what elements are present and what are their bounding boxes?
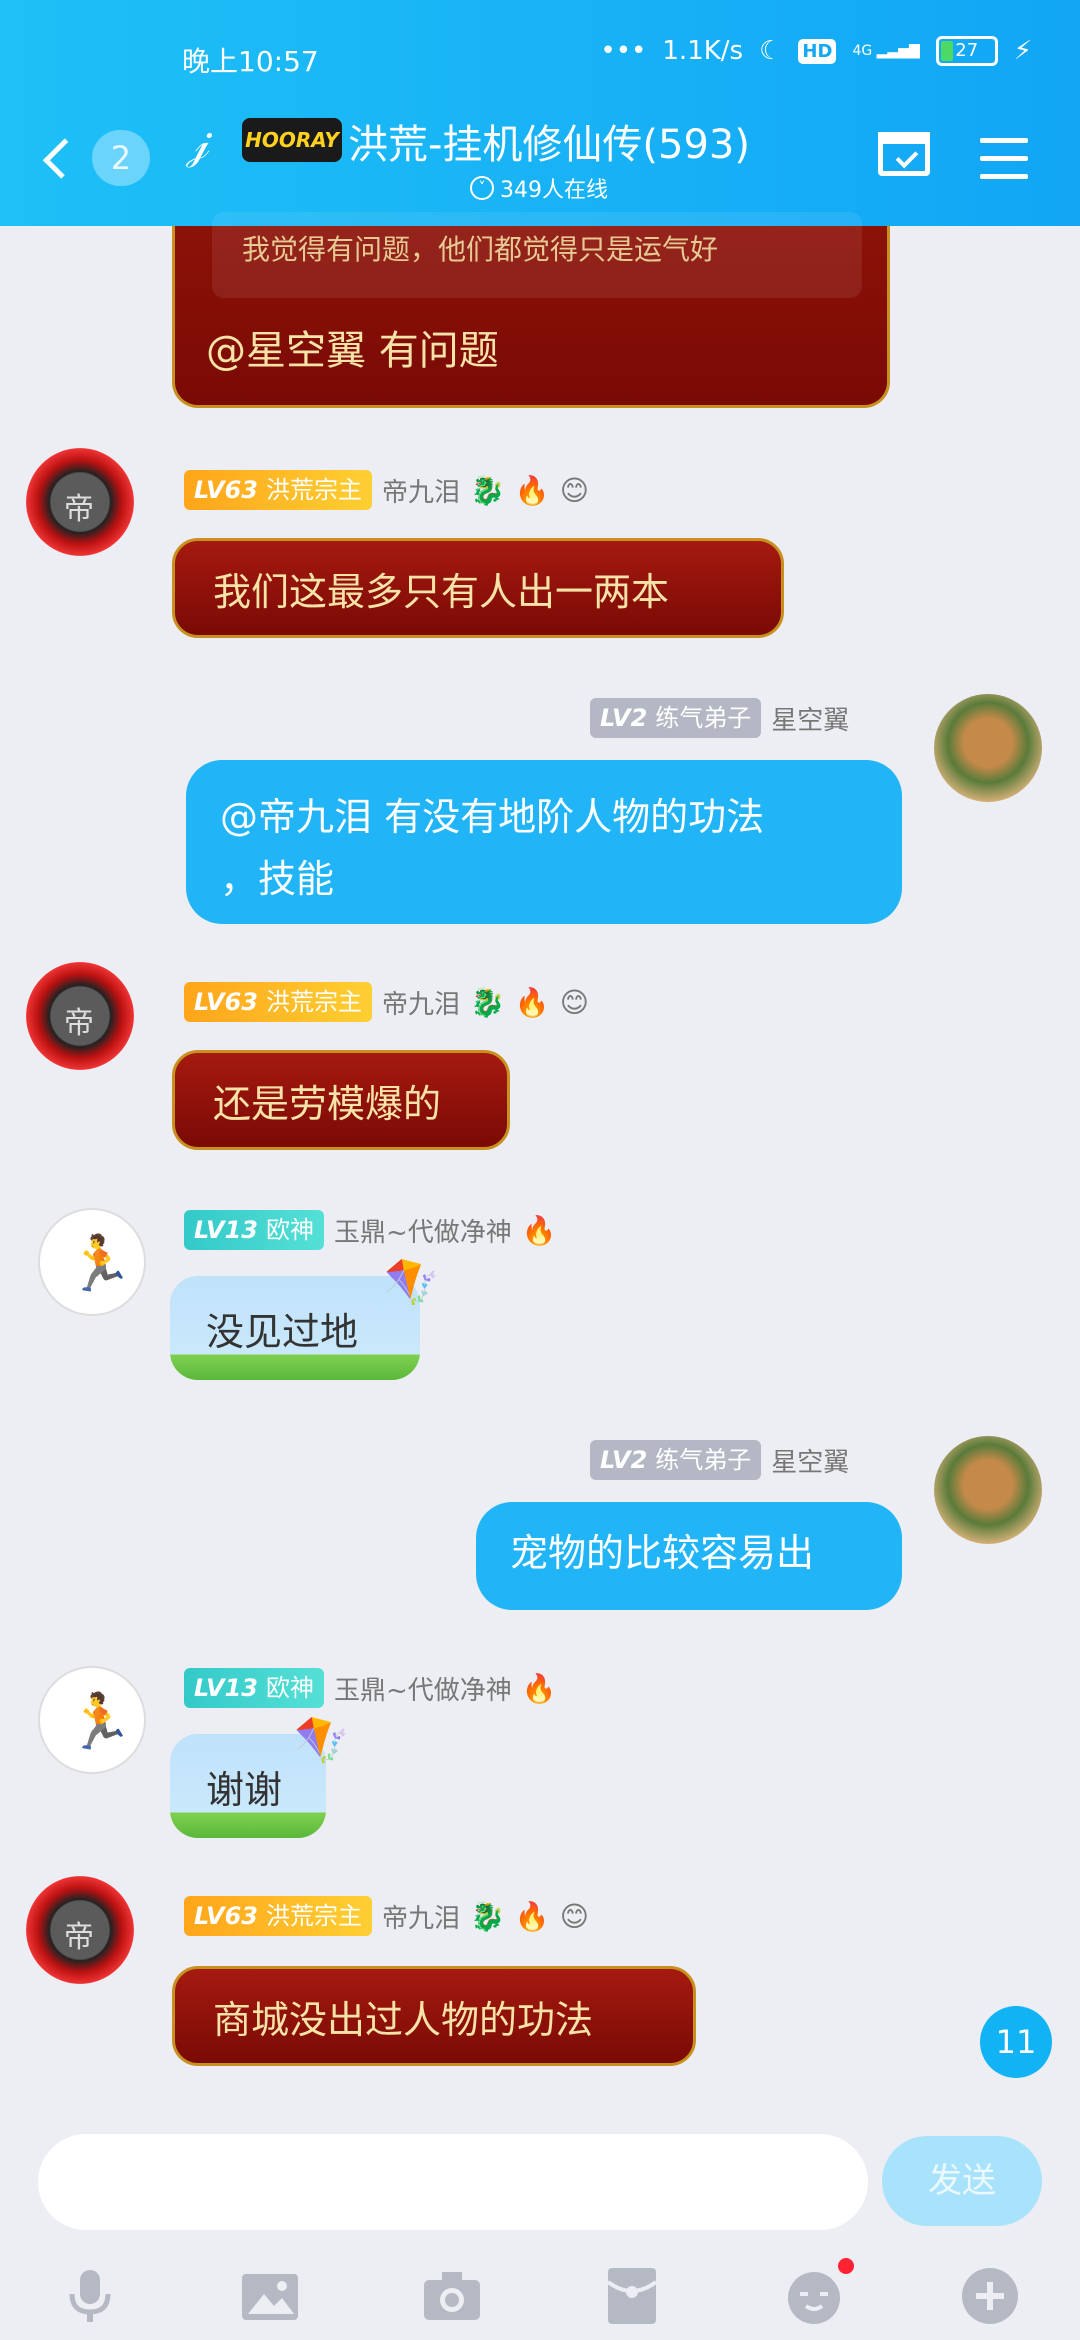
status-bar: 晚上10:57 ••• 1.1K/s ☾ HD 4G ▂▃▅▇ 27 ⚡ [0,36,1080,80]
camera-icon[interactable] [420,2264,484,2328]
avatar[interactable] [934,694,1042,802]
level-badge: LV63 洪荒宗主 [184,1896,372,1936]
notification-dot [838,2258,854,2274]
level-badge: LV63 洪荒宗主 [184,470,372,510]
message-input[interactable] [38,2134,868,2230]
level-badge: LV2 练气弟子 [590,698,762,738]
dragon-badge-icon: 🐉 [469,473,505,507]
message-text: 还是劳模爆的 [213,1081,442,1126]
message-text: @星空翼 有问题 [206,328,499,374]
kite-icon: 🪁 [294,1715,349,1766]
avatar[interactable] [934,1436,1042,1544]
message-text: 没见过地 [206,1309,359,1354]
hd-badge: HD [798,38,837,64]
fire-badge-icon: 🔥 [514,1899,550,1933]
smile-badge-icon: 😊 [559,1899,589,1933]
sender-name[interactable]: 帝九泪 [382,472,460,509]
signal-label: 4G [852,43,873,59]
message-bubble[interactable]: 宠物的比较容易出 [476,1502,902,1610]
online-count[interactable]: ˅ 349人在线 [470,172,608,204]
dragon-badge-icon: 🐉 [469,1899,505,1933]
sender-meta: LV63 洪荒宗主 帝九泪 🐉 🔥 😊 [184,1896,589,1936]
menu-icon[interactable] [980,138,1028,180]
avatar[interactable] [38,1208,146,1316]
quoted-reply: 我觉得有问题，他们都觉得只是运气好 [212,212,862,298]
sender-meta: LV2 练气弟子 星空翼 [590,698,849,738]
ear-icon[interactable]: 𝒿 [186,118,210,169]
online-label: 349人在线 [500,178,608,203]
back-button[interactable]: 2 [40,130,150,186]
battery-icon: 27 [935,36,998,66]
unread-messages-badge[interactable]: 11 [980,2006,1052,2078]
network-speed: 1.1K/s [662,36,744,66]
unread-chats-count: 2 [91,130,150,186]
send-button[interactable]: 发送 [882,2136,1042,2226]
sender-meta: LV13 欧神 玉鼎~代做净神 🔥 [184,1668,557,1708]
composer-toolbar [0,2258,1080,2334]
calendar-check-icon[interactable] [878,132,930,176]
status-time: 晚上10:57 [182,45,319,78]
back-chevron-icon [42,137,84,179]
more-dots-icon: ••• [600,36,647,66]
sender-name[interactable]: 星空翼 [771,1442,849,1479]
message-text: 我们这最多只有人出一两本 [213,569,670,614]
dragon-badge-icon: 🐉 [469,985,505,1019]
avatar[interactable] [26,1876,134,1984]
sender-meta: LV63 洪荒宗主 帝九泪 🐉 🔥 😊 [184,470,589,510]
moon-icon: ☾ [759,36,783,66]
sender-name[interactable]: 星空翼 [771,700,849,737]
fire-badge-icon: 🔥 [514,473,550,507]
level-badge: LV63 洪荒宗主 [184,982,372,1022]
mic-icon[interactable] [58,2264,122,2328]
message-bubble[interactable]: 我们这最多只有人出一两本 [172,538,784,638]
smile-badge-icon: 😊 [559,985,589,1019]
plus-icon[interactable] [958,2264,1022,2328]
image-icon[interactable] [238,2264,302,2328]
sender-name[interactable]: 帝九泪 [382,1898,460,1935]
message-bubble[interactable]: 还是劳模爆的 [172,1050,510,1150]
fire-badge-icon: 🔥 [521,1213,557,1247]
red-packet-icon[interactable] [600,2264,664,2328]
sender-meta: LV2 练气弟子 星空翼 [590,1440,849,1480]
emoji-icon[interactable] [782,2258,854,2328]
sender-name[interactable]: 玉鼎~代做净神 [334,1670,512,1707]
message-text: 商城没出过人物的功法 [213,1997,594,2042]
charging-icon: ⚡ [1013,36,1032,66]
kite-icon: 🪁 [384,1257,439,1308]
level-badge: LV13 欧神 [184,1668,324,1708]
battery-level: 27 [955,40,979,61]
message-text-line: @帝九泪 有没有地阶人物的功法 [220,795,765,839]
composer: 发送 [0,2112,1080,2340]
avatar[interactable] [26,448,134,556]
sender-name[interactable]: 玉鼎~代做净神 [334,1212,512,1249]
hooray-badge: HOORAY [242,118,342,162]
smile-badge-icon: 😊 [559,473,589,507]
avatar[interactable] [38,1666,146,1774]
message-bubble[interactable]: 商城没出过人物的功法 [172,1966,696,2066]
group-title[interactable]: 洪荒-挂机修仙传(593) [348,112,750,170]
avatar[interactable] [26,962,134,1070]
message-bubble[interactable]: 没见过地 [170,1276,420,1380]
status-icons: ••• 1.1K/s ☾ HD 4G ▂▃▅▇ 27 ⚡ [600,36,1032,66]
message-bubble[interactable]: @帝九泪 有没有地阶人物的功法 ，技能 [186,760,902,924]
sender-name[interactable]: 帝九泪 [382,984,460,1021]
sender-meta: LV63 洪荒宗主 帝九泪 🐉 🔥 😊 [184,982,589,1022]
level-badge: LV2 练气弟子 [590,1440,762,1480]
message-text-line: ，技能 [220,857,335,901]
fire-badge-icon: 🔥 [514,985,550,1019]
signal-icon: 4G ▂▃▅▇ [852,43,920,59]
sender-meta: LV13 欧神 玉鼎~代做净神 🔥 [184,1210,557,1250]
message-text: 谢谢 [206,1767,283,1812]
fire-badge-icon: 🔥 [521,1671,557,1705]
chevron-down-icon: ˅ [470,176,494,200]
level-badge: LV13 欧神 [184,1210,324,1250]
chat-header: 晚上10:57 ••• 1.1K/s ☾ HD 4G ▂▃▅▇ 27 ⚡ 2 𝒿… [0,0,1080,226]
message-text: 宠物的比较容易出 [510,1531,815,1575]
